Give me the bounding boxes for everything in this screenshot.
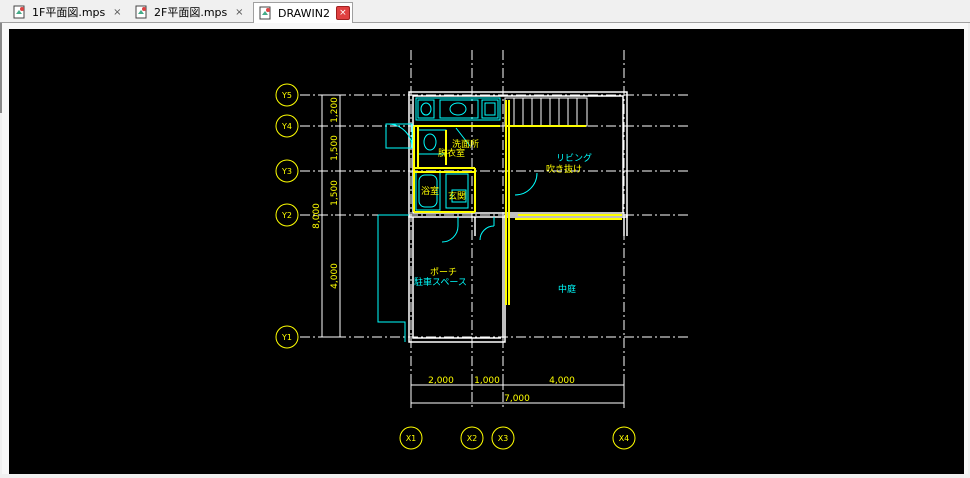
close-icon[interactable]: ×	[335, 6, 350, 20]
grid-circles-x	[399, 426, 636, 450]
room-bath: 浴室	[421, 185, 439, 197]
room-living-sub: 吹き抜け	[546, 163, 582, 175]
dim-2000: 2,000	[428, 376, 454, 386]
tab-label: DRAWIN2	[278, 6, 330, 20]
dim-8000: 8,000	[312, 203, 322, 229]
drawing-doc-icon	[135, 5, 147, 18]
dim-1500-b: 1,500	[330, 180, 340, 206]
dim-4000-b: 4,000	[549, 376, 575, 386]
drawing-doc-icon	[13, 5, 25, 18]
grid-label-y1: Y1	[281, 333, 292, 342]
dim-1000: 1,000	[474, 376, 500, 386]
tab-label: 2F平面図.mps	[154, 6, 228, 19]
dimension-lines-left	[318, 94, 345, 338]
grid-label-x2: X2	[467, 434, 478, 443]
room-washroom-sub: 脱衣室	[438, 147, 465, 159]
dim-1200: 1,200	[330, 97, 340, 123]
fixtures	[377, 97, 538, 342]
stairs	[504, 97, 588, 127]
grid-label-x4: X4	[619, 434, 630, 443]
room-entrance: 玄関	[448, 190, 466, 202]
room-courtyard: 中庭	[558, 283, 576, 295]
room-parking: 駐車スペース	[414, 276, 467, 288]
room-living: リビング	[556, 152, 592, 164]
dim-4000: 4,000	[330, 263, 340, 289]
tab-1f-plan[interactable]: 1F平面図.mps ×	[8, 2, 128, 22]
room-porch: ポーチ	[430, 267, 457, 278]
tab-bar: 1F平面図.mps × 2F平面図.mps × DRAWIN2 ×	[0, 0, 970, 23]
close-icon[interactable]: ×	[111, 6, 123, 18]
drawing-doc-icon	[259, 6, 271, 19]
dim-text-bottom: 2,000 1,000 4,000 7,000	[428, 376, 575, 404]
tab-label: 1F平面図.mps	[32, 6, 106, 19]
grid-label-y2: Y2	[281, 211, 292, 220]
grid-label-y4: Y4	[281, 122, 292, 131]
drawing-canvas[interactable]: Y5 Y4 Y3 Y2 Y1 X1 X2 X3 X4 1,200 1,500 1…	[9, 29, 964, 474]
dim-1500-a: 1,500	[330, 135, 340, 161]
close-icon[interactable]: ×	[233, 6, 245, 18]
grid-label-y3: Y3	[281, 167, 292, 176]
dim-7000: 7,000	[504, 394, 530, 404]
tab-2f-plan[interactable]: 2F平面図.mps ×	[130, 2, 252, 22]
floor-plan-svg: Y5 Y4 Y3 Y2 Y1 X1 X2 X3 X4 1,200 1,500 1…	[275, 50, 690, 450]
grid-label-x3: X3	[498, 434, 509, 443]
grid-label-y5: Y5	[281, 91, 292, 100]
grid-label-x1: X1	[406, 434, 417, 443]
tab-drawin2[interactable]: DRAWIN2 ×	[253, 2, 353, 23]
